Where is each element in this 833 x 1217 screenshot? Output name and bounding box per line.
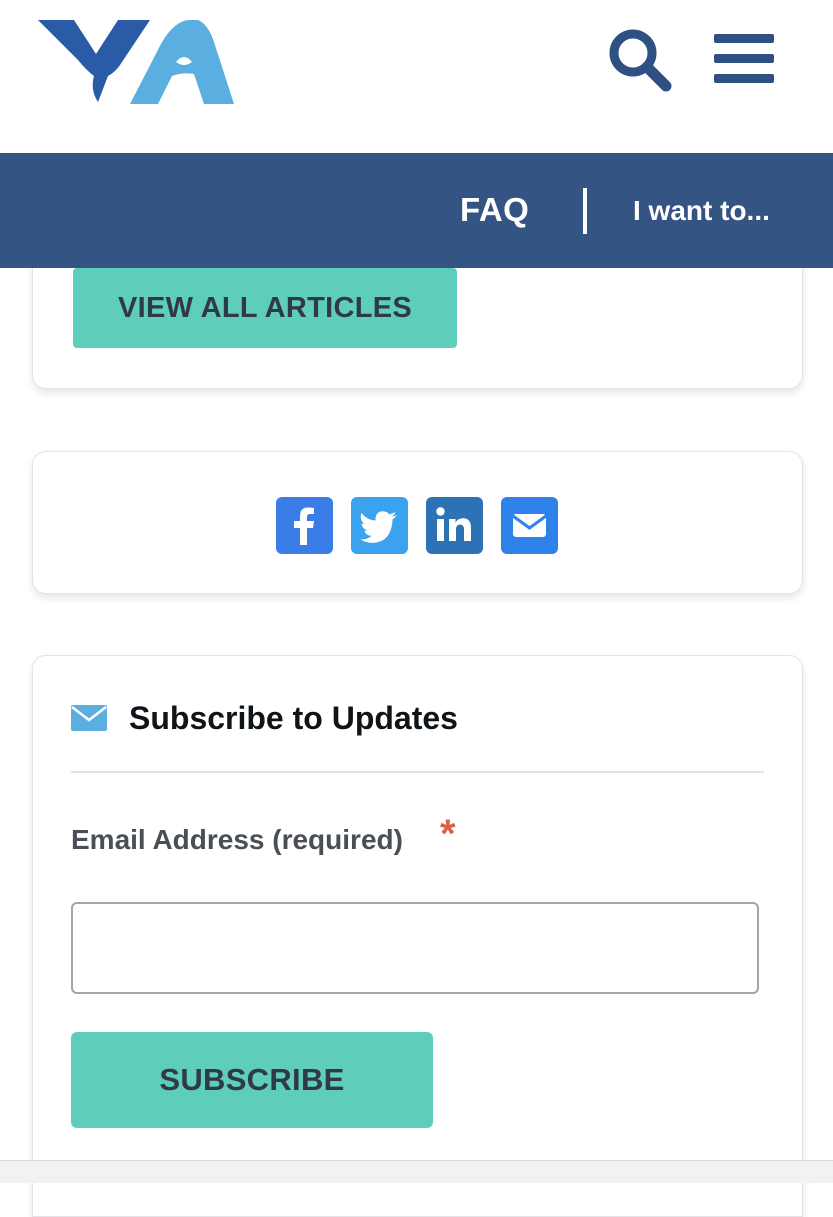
site-logo[interactable] — [38, 12, 238, 106]
required-asterisk: * — [440, 812, 456, 856]
menu-bar — [714, 34, 774, 43]
subscribe-header: Subscribe to Updates — [71, 698, 458, 738]
share-card — [32, 451, 803, 594]
facebook-icon[interactable] — [276, 497, 333, 554]
subscribe-button[interactable]: SUBSCRIBE — [71, 1032, 433, 1128]
nav-divider — [583, 188, 587, 234]
hamburger-menu-icon[interactable] — [712, 30, 776, 88]
subscribe-card: Subscribe to Updates Email Address (requ… — [32, 655, 803, 1217]
nav-link-i-want-to[interactable]: I want to... — [633, 195, 770, 227]
divider — [71, 771, 764, 773]
browser-bottom-bar — [0, 1160, 833, 1183]
linkedin-icon[interactable] — [426, 497, 483, 554]
share-icons — [276, 497, 558, 554]
search-icon — [609, 29, 672, 92]
site-header — [0, 0, 833, 153]
view-all-articles-button[interactable]: VIEW ALL ARTICLES — [73, 268, 457, 348]
twitter-icon[interactable] — [351, 497, 408, 554]
envelope-icon — [71, 705, 107, 731]
top-nav-bar: FAQ I want to... — [0, 153, 833, 268]
nav-link-faq[interactable]: FAQ — [460, 191, 529, 229]
email-field-label: Email Address (required) — [71, 824, 403, 855]
email-field[interactable] — [71, 902, 759, 994]
menu-bar — [714, 54, 774, 63]
email-icon[interactable] — [501, 497, 558, 554]
menu-bar — [714, 74, 774, 83]
search-button[interactable] — [606, 26, 674, 92]
subscribe-title: Subscribe to Updates — [129, 699, 458, 736]
